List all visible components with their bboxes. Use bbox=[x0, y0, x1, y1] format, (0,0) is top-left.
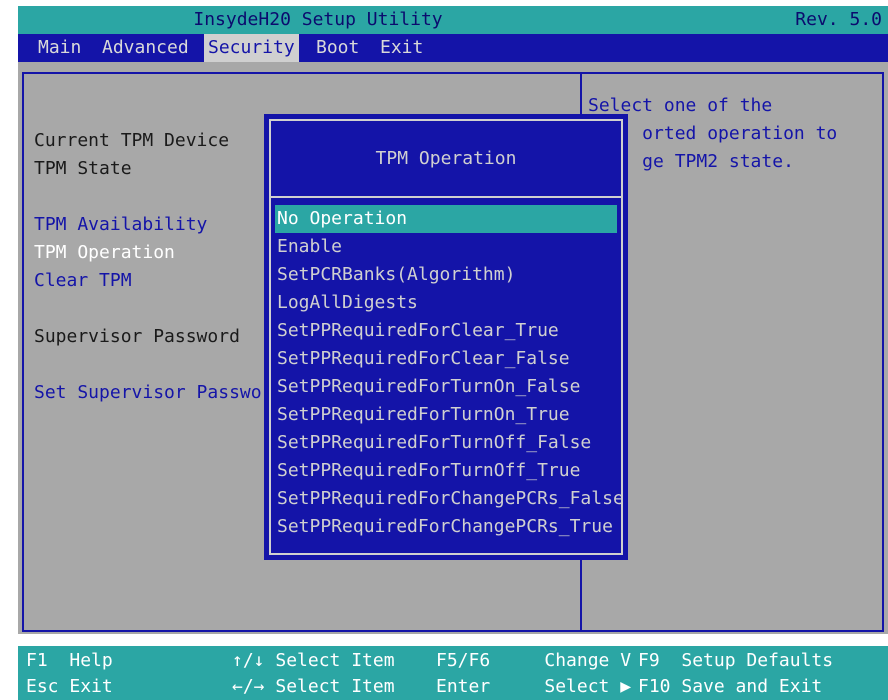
option-log-all-digests[interactable]: LogAllDigests bbox=[275, 289, 617, 317]
select-enter-hint: Enter Select ▶ bbox=[436, 674, 631, 700]
option-pp-clear-false[interactable]: SetPPRequiredForClear_False bbox=[275, 345, 617, 373]
select-item-updown-hint: ↑/↓ Select Item bbox=[232, 648, 395, 674]
enter-key: Enter bbox=[436, 676, 491, 697]
leftright-desc: Select Item bbox=[275, 676, 395, 697]
f10-key: F10 bbox=[638, 676, 671, 697]
updown-desc: Select Item bbox=[275, 650, 395, 671]
exit-hint: Esc Exit bbox=[26, 674, 113, 700]
option-no-operation[interactable]: No Operation bbox=[275, 205, 617, 233]
tab-advanced[interactable]: Advanced bbox=[98, 34, 193, 62]
tpm-operation-popup: TPM Operation No Operation Enable SetPCR… bbox=[264, 114, 628, 560]
tpm-operation-item[interactable]: TPM Operation bbox=[34, 242, 175, 263]
option-enable[interactable]: Enable bbox=[275, 233, 617, 261]
option-pp-turnon-false[interactable]: SetPPRequiredForTurnOn_False bbox=[275, 373, 617, 401]
f9-desc: Setup Defaults bbox=[681, 650, 834, 671]
popup-title: TPM Operation bbox=[271, 121, 621, 198]
option-list: No Operation Enable SetPCRBanks(Algorith… bbox=[275, 205, 624, 541]
f9-key: F9 bbox=[638, 650, 660, 671]
clear-tpm-item[interactable]: Clear TPM bbox=[34, 270, 132, 291]
enter-desc: Select ▶ bbox=[544, 676, 632, 697]
menu-bar: Main Advanced Security Boot Exit bbox=[18, 34, 888, 62]
tab-boot[interactable]: Boot bbox=[312, 34, 363, 62]
option-set-pcr-banks[interactable]: SetPCRBanks(Algorithm) bbox=[275, 261, 617, 289]
save-exit-hint: F10 Save and Exit bbox=[638, 674, 822, 700]
leftright-key: ←/→ bbox=[232, 676, 265, 697]
option-pp-changepcrs-true[interactable]: SetPPRequiredForChangePCRs_True bbox=[275, 513, 617, 541]
tab-exit[interactable]: Exit bbox=[376, 34, 427, 62]
f5f6-desc: Change V bbox=[544, 650, 632, 671]
option-pp-turnon-true[interactable]: SetPPRequiredForTurnOn_True bbox=[275, 401, 617, 429]
revision-label: Rev. 5.0 bbox=[795, 9, 882, 30]
help-hint: F1 Help bbox=[26, 648, 113, 674]
option-pp-turnoff-false[interactable]: SetPPRequiredForTurnOff_False bbox=[275, 429, 617, 457]
set-supervisor-password-item[interactable]: Set Supervisor Passwor bbox=[34, 382, 272, 403]
updown-key: ↑/↓ bbox=[232, 650, 265, 671]
tab-security[interactable]: Security bbox=[204, 34, 299, 62]
f1-desc: Help bbox=[69, 650, 113, 671]
f1-key: F1 bbox=[26, 650, 48, 671]
esc-key: Esc bbox=[26, 676, 59, 697]
option-pp-turnoff-true[interactable]: SetPPRequiredForTurnOff_True bbox=[275, 457, 617, 485]
tpm-state-label: TPM State bbox=[34, 158, 132, 179]
f10-desc: Save and Exit bbox=[681, 676, 823, 697]
change-value-hint: F5/F6 Change V bbox=[436, 648, 631, 674]
select-item-leftright-hint: ←/→ Select Item bbox=[232, 674, 395, 700]
supervisor-password-label: Supervisor Password bbox=[34, 326, 240, 347]
tpm-availability-item[interactable]: TPM Availability bbox=[34, 214, 207, 235]
footer-keybar: F1 Help Esc Exit ↑/↓ Select Item ←/→ Sel… bbox=[18, 646, 888, 700]
f5f6-key: F5/F6 bbox=[436, 650, 491, 671]
esc-desc: Exit bbox=[69, 676, 113, 697]
option-pp-changepcrs-false[interactable]: SetPPRequiredForChangePCRs_False bbox=[275, 485, 624, 513]
tab-main[interactable]: Main bbox=[34, 34, 85, 62]
option-pp-clear-true[interactable]: SetPPRequiredForClear_True bbox=[275, 317, 617, 345]
setup-defaults-hint: F9 Setup Defaults bbox=[638, 648, 833, 674]
title-bar: InsydeH20 Setup Utility Rev. 5.0 bbox=[18, 6, 888, 34]
current-tpm-device-label: Current TPM Device bbox=[34, 130, 230, 151]
popup-border: TPM Operation No Operation Enable SetPCR… bbox=[269, 119, 624, 555]
app-title: InsydeH20 Setup Utility bbox=[193, 9, 443, 30]
